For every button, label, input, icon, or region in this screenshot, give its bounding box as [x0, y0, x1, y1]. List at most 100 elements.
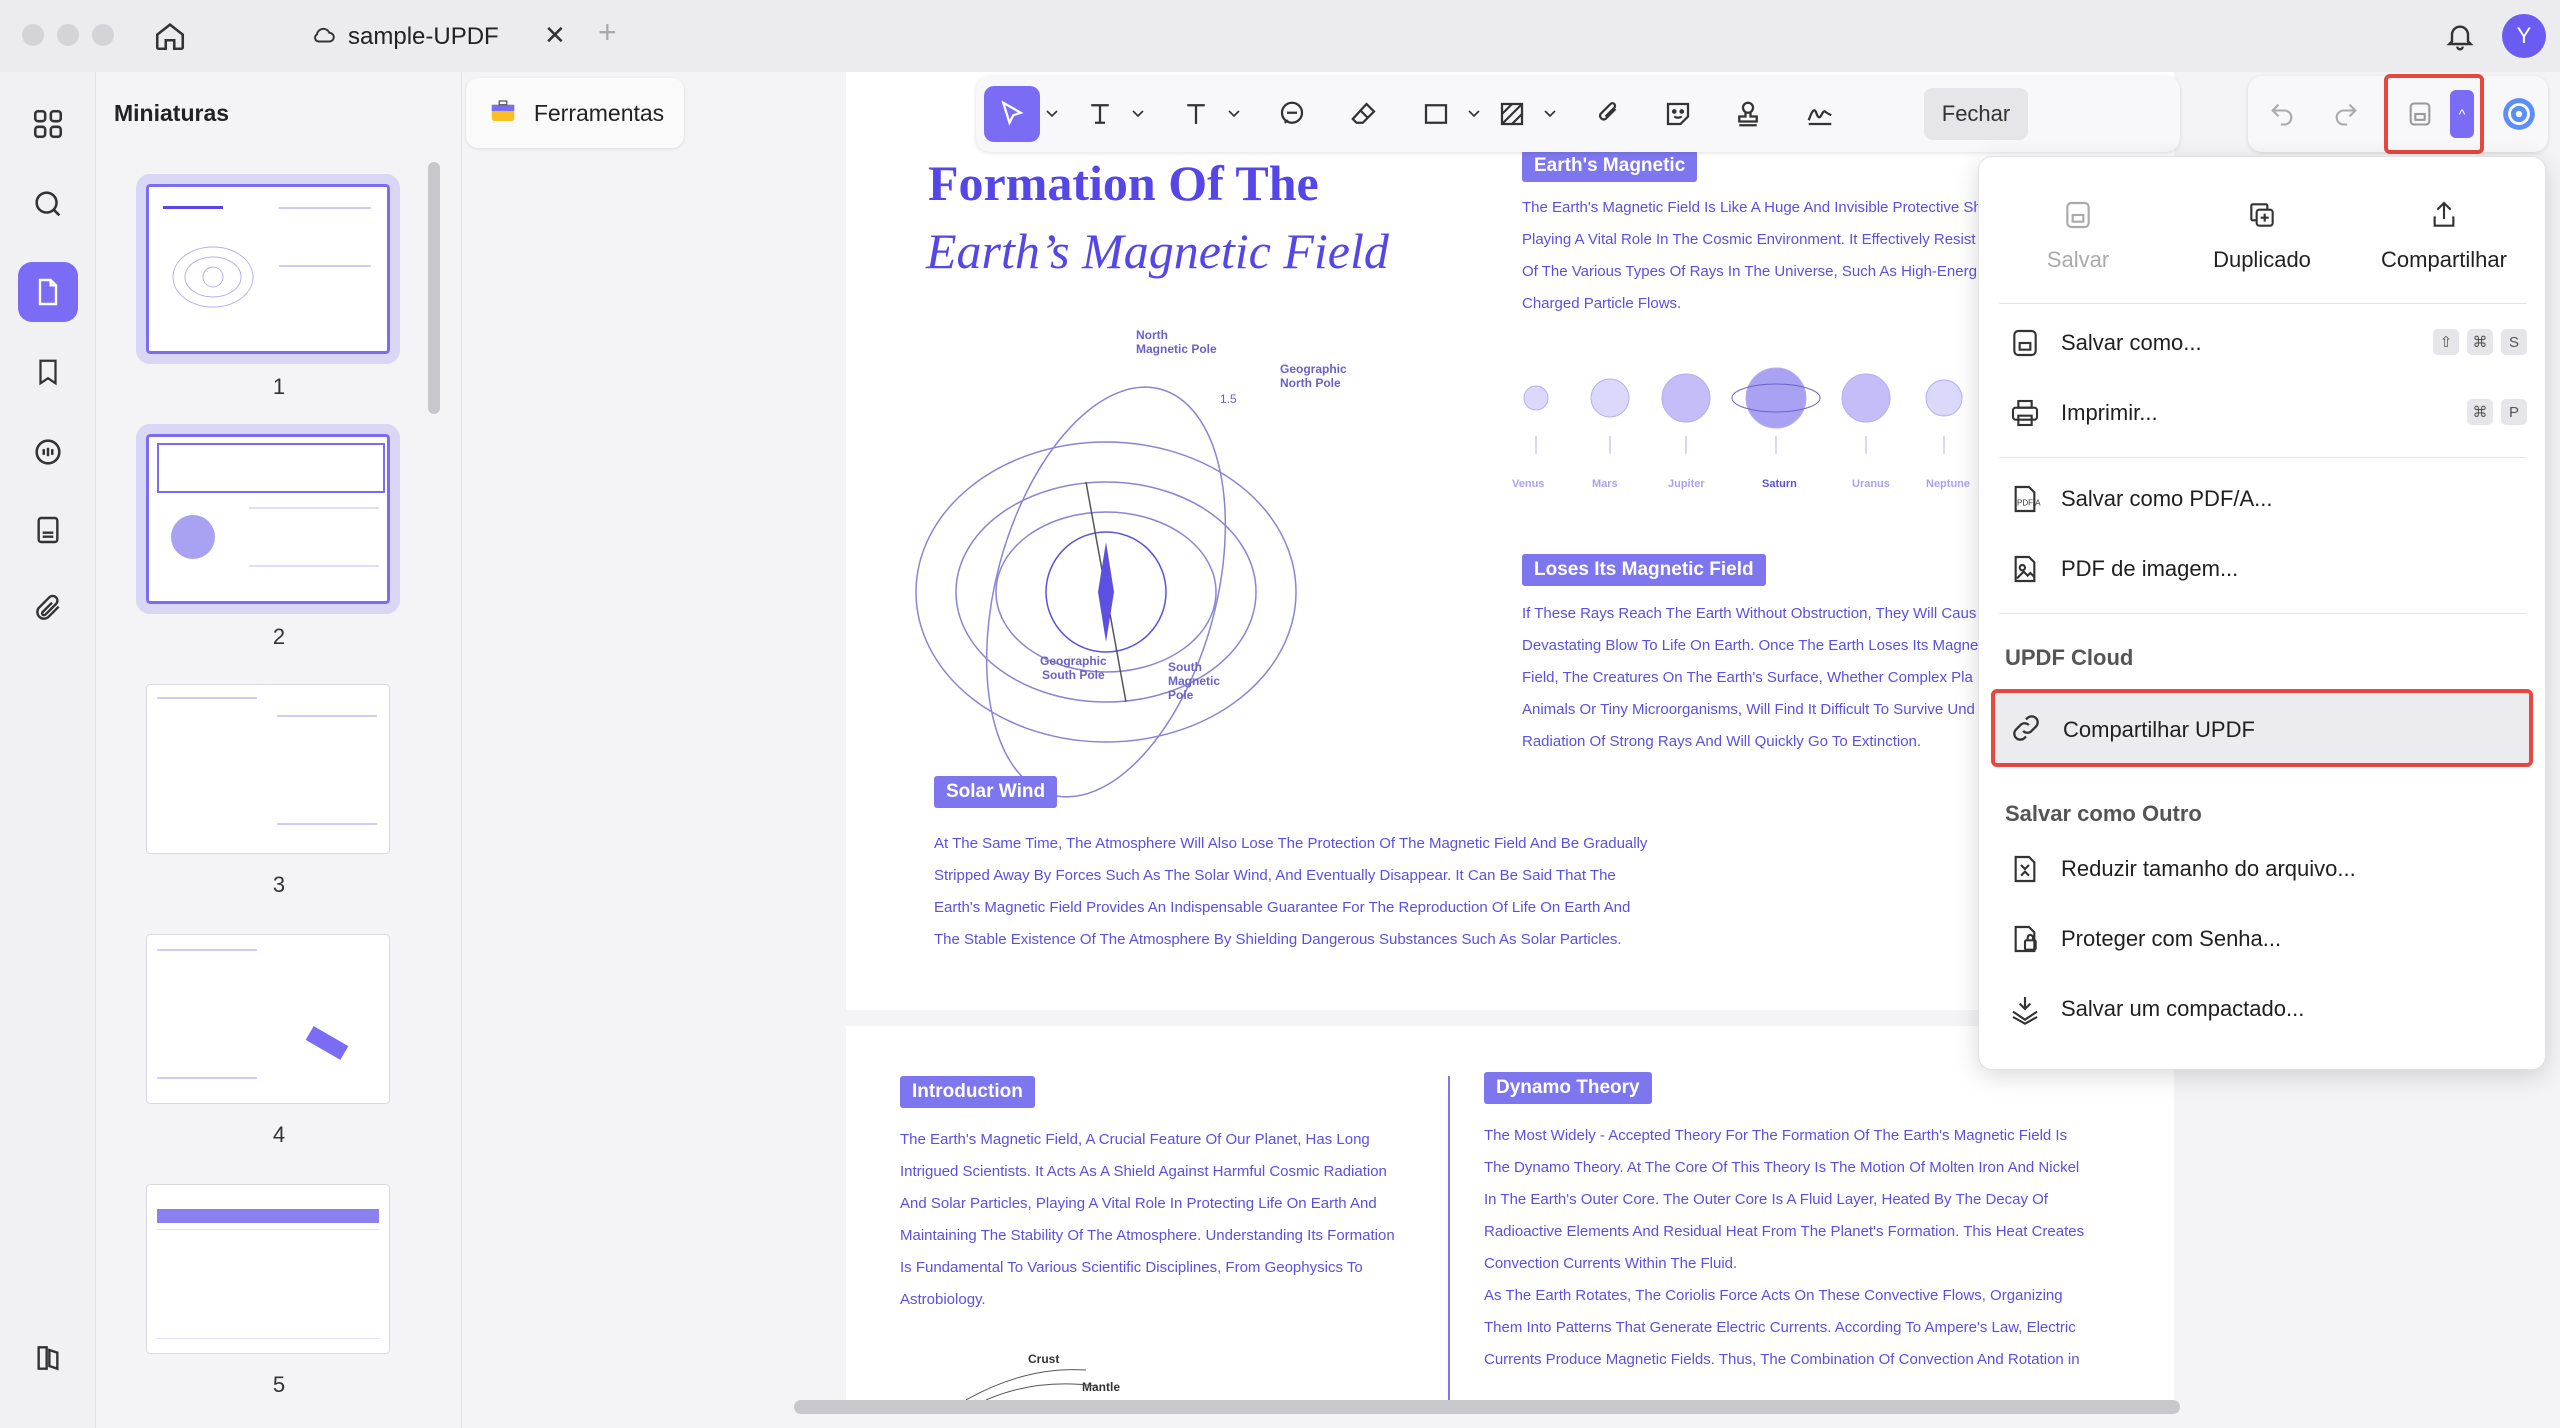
- thumbnail-page-4[interactable]: [146, 934, 390, 1104]
- text-box-icon[interactable]: [1074, 86, 1126, 142]
- planet-labels: Venus Mars Jupiter Saturn Uranus Neptune: [1512, 478, 1970, 490]
- new-tab-icon[interactable]: +: [598, 14, 617, 51]
- layers-icon[interactable]: [18, 1328, 78, 1388]
- eraser-icon[interactable]: [1338, 86, 1390, 142]
- thumbnail-number: 4: [272, 1122, 286, 1147]
- thumbnails-icon[interactable]: [18, 262, 78, 322]
- diagram-label-angle: 1.5: [1220, 392, 1237, 406]
- form-icon[interactable]: [18, 500, 78, 560]
- section-text: At The Same Time, The Atmosphere Will Al…: [934, 835, 1648, 948]
- thumbnail-page-5[interactable]: [146, 1184, 390, 1354]
- thumbnail-number: 5: [272, 1372, 286, 1397]
- menu-section-title: UPDF Cloud: [2005, 645, 2134, 670]
- save-icon: [2062, 199, 2094, 237]
- thumbnail-page-1[interactable]: ▬▬▬▬▬▬: [136, 174, 400, 364]
- menu-item-protect-password[interactable]: Proteger com Senha...: [2009, 913, 2529, 965]
- document-tab[interactable]: sample-UPDF ✕: [300, 12, 580, 60]
- save-icon[interactable]: [2396, 90, 2444, 138]
- menu-item-save-as[interactable]: Salvar como... ⇧ ⌘ S: [2009, 317, 2529, 369]
- share-icon: [2428, 199, 2460, 237]
- close-window-button[interactable]: [22, 24, 44, 46]
- rectangle-icon[interactable]: [1410, 86, 1462, 142]
- pdfa-icon: PDF/A: [2009, 483, 2041, 521]
- signature-icon[interactable]: [1794, 86, 1846, 142]
- thumbnail-number: 3: [272, 872, 286, 897]
- bell-icon[interactable]: [2440, 16, 2480, 56]
- paperclip-icon[interactable]: [1582, 86, 1634, 142]
- thumbnail-page-2[interactable]: [136, 424, 400, 614]
- menu-separator: [1999, 303, 2527, 304]
- title-bar: sample-UPDF ✕ + Y: [0, 0, 2560, 72]
- duplicate-icon: [2246, 199, 2278, 237]
- p-key: P: [2501, 399, 2527, 425]
- left-rail: [0, 72, 96, 1428]
- chevron-down-icon[interactable]: [1126, 86, 1150, 142]
- menu-item-print[interactable]: Imprimir... ⌘ P: [2009, 387, 2529, 439]
- chevron-down-icon[interactable]: [1538, 86, 1562, 142]
- minimize-window-button[interactable]: [57, 24, 79, 46]
- chevron-down-icon[interactable]: [1462, 86, 1486, 142]
- attachment-icon[interactable]: [18, 578, 78, 638]
- comments-icon[interactable]: [18, 422, 78, 482]
- archive-icon: [2009, 993, 2041, 1031]
- menu-item-save-pdfa[interactable]: PDF/A Salvar como PDF/A...: [2009, 473, 2529, 525]
- menu-item-image-pdf[interactable]: PDF de imagem...: [2009, 543, 2529, 595]
- menu-share-button[interactable]: Compartilhar: [2359, 181, 2529, 291]
- cloud-icon: [310, 22, 338, 53]
- compress-icon: [2009, 853, 2041, 891]
- close-tab-icon[interactable]: ✕: [544, 20, 566, 51]
- area-fill-icon[interactable]: [1486, 86, 1538, 142]
- magnetic-field-diagram: [915, 386, 1297, 798]
- save-as-icon: [2009, 327, 2041, 365]
- page-title-line2: Earth’s Magnetic Field: [926, 223, 1389, 279]
- stamp-icon[interactable]: [1722, 86, 1774, 142]
- horizontal-scrollbar[interactable]: [794, 1400, 2180, 1414]
- thumbnail-page-3[interactable]: [146, 684, 390, 854]
- menu-separator: [1999, 613, 2527, 614]
- diagram-label-south: South Magnetic Pole: [1168, 660, 1221, 702]
- menu-item-reduce-size[interactable]: Reduzir tamanho do arquivo...: [2009, 843, 2529, 895]
- thumbnail-number: 2: [272, 624, 286, 649]
- zoom-window-button[interactable]: [92, 24, 114, 46]
- link-icon: [2009, 711, 2043, 750]
- section-heading: Earth's Magnetic: [1522, 150, 1698, 182]
- chevron-down-icon[interactable]: [1040, 86, 1064, 142]
- section-text: If These Rays Reach The Earth Without Ob…: [1522, 605, 1979, 750]
- text-icon[interactable]: [1170, 86, 1222, 142]
- redo-icon[interactable]: [2322, 90, 2370, 138]
- chevron-down-icon[interactable]: [1222, 86, 1246, 142]
- apps-grid-icon[interactable]: [18, 94, 78, 154]
- shift-key: ⇧: [2433, 329, 2459, 355]
- annotation-toolbar: Fechar: [976, 76, 2180, 152]
- bookmark-icon[interactable]: [18, 342, 78, 402]
- tools-button[interactable]: Ferramentas: [466, 78, 684, 148]
- home-icon[interactable]: [148, 16, 192, 56]
- undo-icon[interactable]: [2258, 90, 2306, 138]
- print-icon: [2009, 397, 2041, 435]
- lock-icon: [2009, 923, 2041, 961]
- save-dropdown-menu: Salvar Duplicado Compartilhar Salvar com…: [1978, 156, 2546, 1070]
- select-tool-icon[interactable]: [984, 86, 1040, 142]
- thumbnail-number: 1: [272, 374, 286, 399]
- image-pdf-icon: [2009, 553, 2041, 591]
- avatar[interactable]: Y: [2502, 14, 2546, 58]
- comment-icon[interactable]: [1266, 86, 1318, 142]
- sticker-icon[interactable]: [1652, 86, 1704, 142]
- search-icon[interactable]: [18, 174, 78, 234]
- menu-duplicate-button[interactable]: Duplicado: [2187, 181, 2337, 291]
- pdf-page-1: Formation Of The Earth’s Magnetic Field …: [846, 72, 2174, 1010]
- close-toolbar-button[interactable]: Fechar: [1924, 88, 2028, 140]
- column-divider: [1448, 1076, 1450, 1400]
- section-heading: Dynamo Theory: [1484, 1072, 1652, 1104]
- menu-item-share-updf[interactable]: Compartilhar UPDF: [1991, 689, 2533, 767]
- diagram-label-geo-north: Geographic North Pole: [1280, 362, 1347, 390]
- pdf-page-2: Introduction The Earth's Magnetic Field,…: [846, 1026, 2174, 1400]
- menu-save-button[interactable]: Salvar: [2003, 181, 2153, 291]
- menu-item-save-compressed[interactable]: Salvar um compactado...: [2009, 983, 2529, 1035]
- planets-graphic: [1523, 367, 1963, 454]
- save-menu-chevron-icon[interactable]: ^: [2450, 90, 2474, 138]
- tools-label: Ferramentas: [533, 99, 665, 126]
- ai-assistant-icon[interactable]: [2496, 90, 2542, 138]
- tab-title: sample-UPDF: [348, 23, 499, 50]
- command-key: ⌘: [2467, 399, 2493, 425]
